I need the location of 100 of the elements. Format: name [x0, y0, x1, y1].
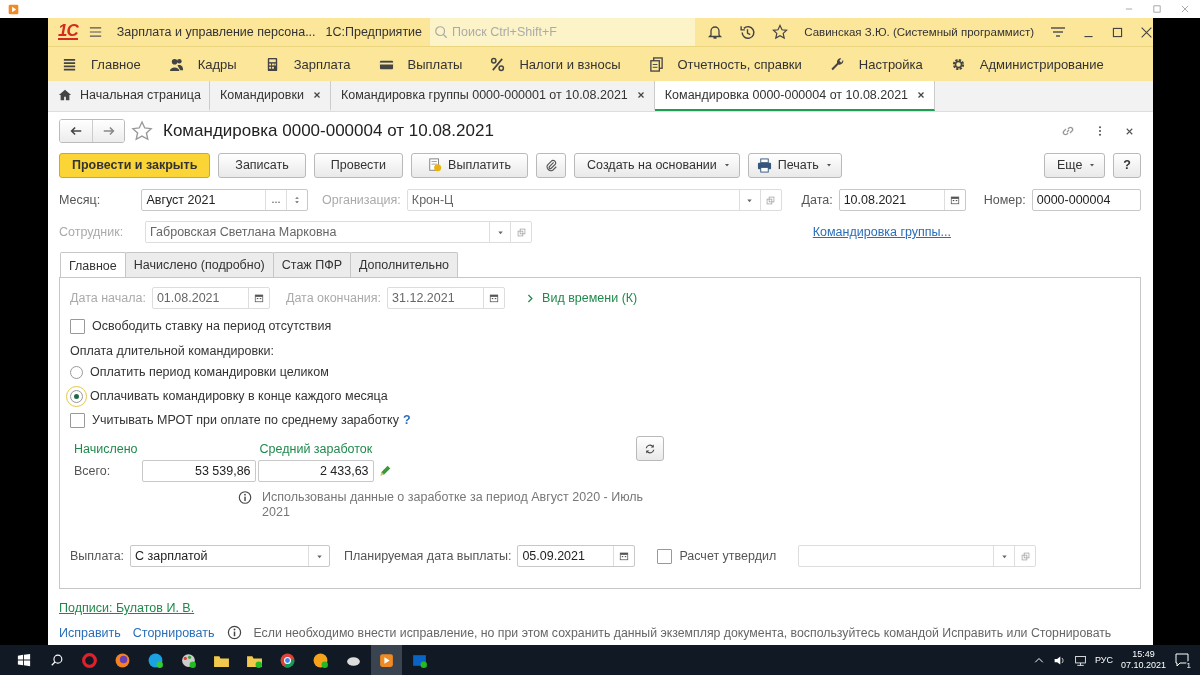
notification-icon[interactable] — [1174, 652, 1190, 668]
refresh-button[interactable] — [636, 436, 664, 461]
field-label: Месяц: — [59, 193, 101, 207]
percent-icon — [490, 56, 506, 72]
hint-text: Если необходимо внести исправление, но при этом сохранить данный экземпляр документа, воспользуйтесь командой Исправить или Сторнировать — [253, 625, 1112, 640]
field-label: Дата начала: — [70, 291, 146, 305]
radio-option[interactable]: Оплатить период командировки целиком — [70, 360, 1130, 384]
checkbox-option[interactable]: Расчет утвердил — [657, 544, 777, 568]
planned-date-field[interactable]: 05.09.2021 — [517, 545, 636, 567]
group-trip-link[interactable]: Командировка группы... — [812, 225, 951, 239]
checkbox-option[interactable]: Учитывать МРОТ при оплате по среднему заработку — [70, 408, 399, 432]
back-button[interactable] — [60, 120, 92, 142]
document-tab[interactable]: Командировка группы 0000-000001 от 10.08.2021 — [330, 81, 655, 111]
command-link[interactable]: Исправить — [59, 625, 121, 640]
user-name[interactable]: Савинская З.Ю. (Системный программист) — [804, 26, 1034, 38]
radio-option[interactable]: Оплачивать командировку в конце каждого месяца — [70, 384, 1130, 408]
history-icon[interactable] — [739, 23, 757, 41]
forward-button[interactable] — [92, 120, 124, 142]
close-icon[interactable] — [1140, 25, 1153, 39]
menu-icon[interactable] — [1050, 24, 1066, 40]
network-icon[interactable] — [1073, 653, 1087, 667]
help-link[interactable]: ? — [402, 413, 411, 427]
calendar-icon — [618, 550, 631, 562]
attach-button[interactable] — [536, 152, 567, 178]
form-tab[interactable]: Дополнительно — [350, 252, 458, 277]
approver-field[interactable] — [798, 545, 1037, 567]
section-item[interactable]: Кадры — [154, 47, 251, 81]
documents-icon — [648, 56, 664, 72]
month-field[interactable]: Август 2021 — [141, 189, 309, 211]
post-and-close-button[interactable]: Провести и закрыть — [59, 152, 211, 178]
language-indicator[interactable]: РУС — [1094, 655, 1113, 665]
section-item[interactable]: Зарплата — [250, 47, 365, 81]
paperclip-icon — [544, 158, 559, 172]
section-item[interactable]: Выплаты — [364, 47, 477, 81]
field-label: Номер: — [983, 193, 1026, 207]
group-label: Оплата длительной командировки: — [70, 343, 276, 360]
app-icon — [312, 651, 329, 669]
section-item[interactable]: Налоги и взносы — [476, 47, 635, 81]
star-icon[interactable] — [131, 120, 153, 142]
section-item[interactable]: Отчетность, справки — [634, 47, 816, 81]
section-item[interactable]: Главное — [48, 47, 155, 81]
menu-icon[interactable] — [87, 24, 103, 40]
document-coin-icon — [428, 158, 443, 172]
home-icon — [58, 88, 72, 102]
search-icon — [434, 25, 449, 39]
radio-button[interactable] — [70, 389, 83, 403]
field-label: Планируемая дата выплаты: — [344, 549, 512, 563]
command-link[interactable]: Сторнировать — [132, 625, 215, 640]
form-tab[interactable]: Главное — [60, 252, 126, 278]
column-heading: Начислено — [74, 442, 138, 456]
caret-icon — [824, 161, 833, 169]
notification-count: 1 — [1185, 661, 1192, 670]
field-label: Сотрудник: — [59, 225, 124, 239]
calendar-icon — [488, 292, 501, 304]
play-icon — [378, 651, 395, 669]
printer-icon — [756, 157, 772, 173]
checkbox-option[interactable]: Освободить ставку на период отсутствия — [70, 314, 1130, 338]
time-type-link[interactable]: Вид времени (К) — [525, 291, 638, 305]
amount-field[interactable]: 2 433,63 — [257, 460, 374, 482]
field-label: Дата: — [801, 193, 833, 207]
menu-icon — [62, 56, 77, 72]
ring-icon — [81, 651, 98, 669]
form-tab[interactable]: Начислено (подробно) — [124, 252, 274, 277]
help-button[interactable]: ? — [1113, 152, 1141, 178]
refresh-icon — [644, 442, 656, 455]
field-label: Дата окончания: — [285, 291, 382, 305]
section-item[interactable]: Администрирование — [936, 47, 1118, 81]
maximize-icon[interactable] — [1111, 25, 1124, 39]
print-button[interactable]: Печать — [747, 152, 842, 178]
radio-button[interactable] — [70, 365, 83, 379]
logo: 1С — [58, 24, 78, 40]
section-item[interactable]: Настройка — [815, 47, 937, 81]
signatures-link[interactable]: Подписи: Булатов И. В. — [59, 601, 195, 615]
bell-icon[interactable] — [707, 24, 724, 40]
date-field[interactable]: 10.08.2021 — [838, 189, 967, 211]
document-tab[interactable]: Начальная страница — [48, 81, 210, 111]
close-icon[interactable] — [311, 90, 322, 100]
field-label: Всего: — [74, 464, 112, 478]
checkbox[interactable] — [70, 412, 85, 428]
clock[interactable]: 15:49 07.10.2021 — [1120, 649, 1166, 671]
arrow-right-icon — [101, 124, 116, 138]
command-button[interactable]: Провести — [313, 152, 404, 178]
menu-button[interactable]: Создать на основании — [574, 152, 740, 178]
document-tab[interactable]: Командировка 0000-000004 от 10.08.2021 — [654, 81, 936, 111]
app-name: Зарплата и управление персона... — [116, 25, 316, 39]
pay-button[interactable]: Выплатить — [411, 152, 529, 178]
number-field[interactable]: 0000-000004 — [1031, 189, 1141, 211]
document-tab[interactable]: Командировки — [209, 81, 331, 111]
menu-button[interactable]: Еще — [1043, 152, 1106, 178]
column-heading: Средний заработок — [259, 442, 374, 456]
amount-field[interactable]: 53 539,86 — [141, 460, 256, 482]
close-icon[interactable] — [635, 90, 646, 100]
payment-field[interactable]: С зарплатой — [130, 545, 331, 567]
command-button[interactable]: Записать — [218, 152, 306, 178]
checkbox[interactable] — [657, 548, 673, 564]
form-tab[interactable]: Стаж ПФР — [272, 252, 351, 277]
taskbar-app[interactable] — [371, 645, 402, 675]
close-icon[interactable] — [916, 90, 927, 100]
star-icon[interactable] — [772, 24, 789, 40]
checkbox[interactable] — [70, 318, 85, 334]
